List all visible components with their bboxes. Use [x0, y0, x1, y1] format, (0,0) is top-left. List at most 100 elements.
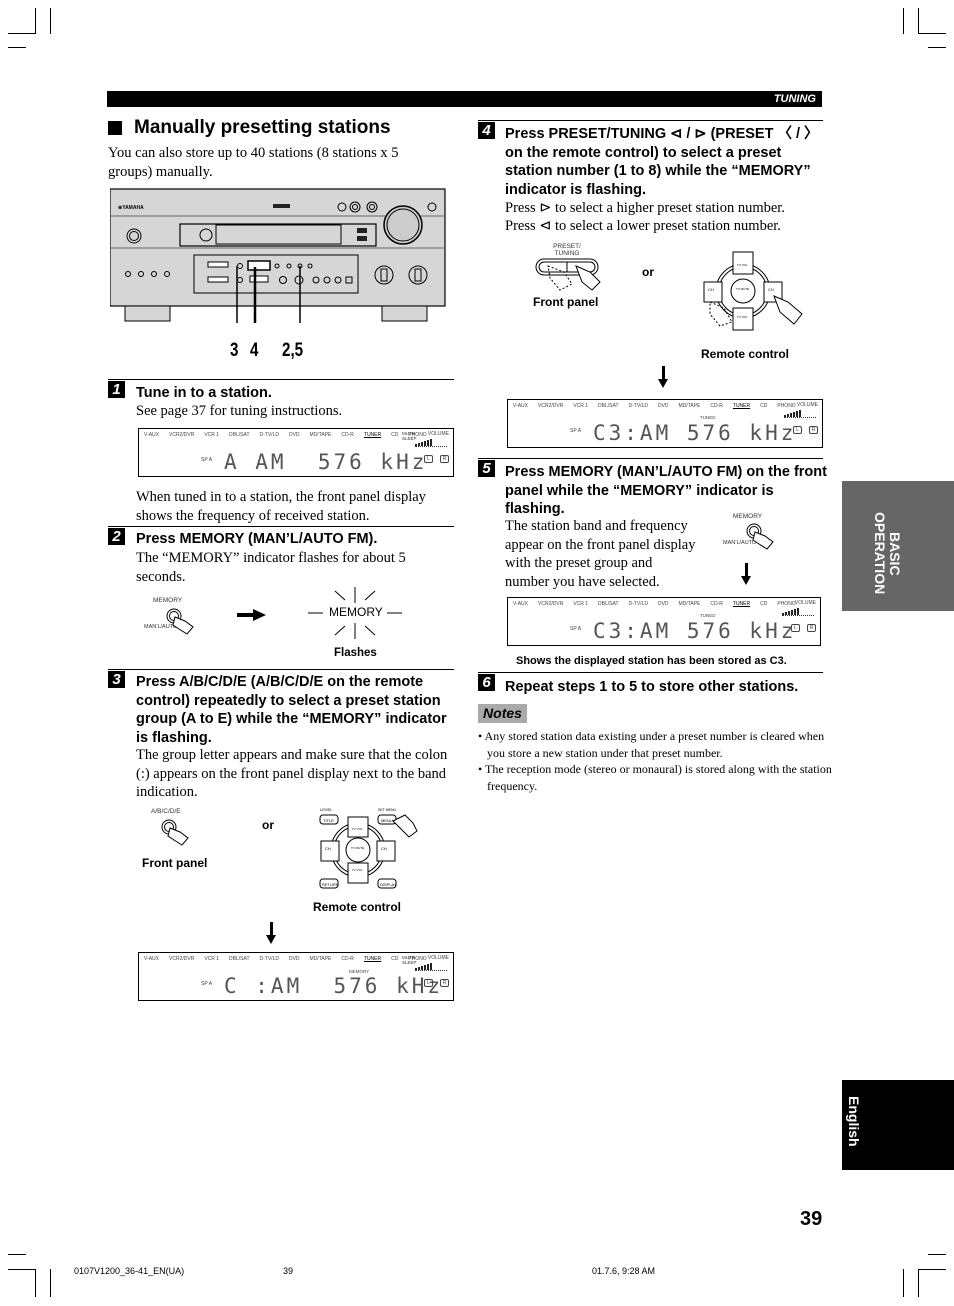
- volume-label: VOLUME: [427, 431, 449, 437]
- step-1-after: When tuned in to a station, the front pa…: [136, 489, 426, 524]
- volume-bar: [782, 613, 784, 615]
- step-3-heading: Press A/B/C/D/E (A/B/C/D/E on the remote…: [136, 674, 447, 746]
- display-source-v-aux: V-AUX: [144, 432, 160, 438]
- step-4-body-1: Press ⊳ to select a higher preset statio…: [505, 200, 785, 216]
- svg-text:RETURN: RETURN: [322, 882, 339, 887]
- display-source-cd: CD: [760, 601, 768, 607]
- volume-meter: [784, 409, 816, 418]
- front-display-step1: V-AUX VCR2/DVR VCR 1 DBL/SAT D-TV/LD DVD MD/TA…: [138, 428, 454, 477]
- display-source-dvd: DVD: [288, 956, 300, 962]
- volume-bar: [415, 444, 417, 446]
- step-1-heading: Tune in to a station.: [136, 385, 272, 401]
- stored-caption: Shows the displayed station has been sto…: [516, 655, 787, 667]
- crop-mark: [928, 1254, 946, 1255]
- display-readout: C3:AM 576 kHz: [593, 421, 797, 445]
- hand-press-icon: [535, 258, 601, 291]
- crop-mark: [35, 1269, 36, 1297]
- volume-label: VOLUME: [796, 402, 818, 408]
- hand-press-icon: [166, 608, 194, 635]
- abcde-button[interactable]: [160, 818, 192, 851]
- svg-text:TITLE: TITLE: [323, 818, 334, 823]
- speaker-a-label: SP A: [570, 626, 582, 632]
- right-channel-indicator: R: [440, 979, 449, 987]
- display-source-tuner: TUNER: [363, 956, 382, 962]
- volume-bar: [785, 612, 787, 615]
- step-2-badge: 2: [108, 528, 125, 545]
- memory-button[interactable]: [165, 607, 197, 640]
- crop-mark: [918, 33, 946, 34]
- step-3-badge: 3: [108, 671, 125, 688]
- note-item: • The reception mode (stereo or monaural…: [478, 762, 832, 793]
- step-3-rule: [108, 669, 454, 670]
- volume-bar: [421, 966, 423, 970]
- crop-mark: [50, 8, 51, 34]
- step-6-heading: Repeat steps 1 to 5 to store other stati…: [505, 679, 799, 695]
- footer-timestamp: 01.7.6, 9:28 AM: [592, 1266, 656, 1276]
- volume-meter: [415, 438, 447, 447]
- display-source-cd: CD: [391, 432, 399, 438]
- left-channel-indicator: L: [793, 426, 802, 434]
- preset-tuning-button[interactable]: [534, 256, 609, 299]
- step-1-rule: [108, 379, 454, 380]
- page-title: Manually presetting stations: [108, 117, 391, 139]
- display-source-md-tape: MD/TAPE: [678, 601, 701, 607]
- display-readout: C :AM 576 kHz: [224, 974, 444, 998]
- remote-control-caption: Remote control: [701, 347, 790, 361]
- display-source-tuner: TUNER: [732, 403, 751, 409]
- crop-mark: [8, 47, 26, 48]
- memory-button[interactable]: [745, 522, 777, 555]
- section-header-bar: TUNING: [107, 91, 822, 107]
- display-source-dbl-sat: DBL/SAT: [598, 601, 619, 607]
- speaker-a-label: SP A: [201, 981, 213, 987]
- volume-bar: [796, 411, 798, 417]
- step-4-badge: 4: [478, 122, 495, 139]
- front-display-step3: V-AUX VCR2/DVR VCR 1 DBL/SAT D-TV/LD DVD MD/TA…: [138, 952, 454, 1001]
- svg-text:CH: CH: [325, 846, 331, 851]
- right-channel-indicator: R: [440, 455, 449, 463]
- volume-bar: [784, 415, 786, 417]
- english-tab[interactable]: English: [842, 1080, 954, 1170]
- volume-bar: [415, 968, 417, 970]
- page-number: 39: [800, 1208, 823, 1230]
- english-label: English: [846, 1096, 862, 1147]
- display-source-v-aux: V-AUX: [144, 956, 160, 962]
- notes-heading: Notes: [478, 704, 527, 723]
- volume-bar: [424, 441, 426, 446]
- receiver-front-panel-icon: ⊛YAMAHA: [109, 188, 446, 323]
- basic-operation-tab[interactable]: BASIC OPERATION: [842, 481, 954, 611]
- crop-mark: [928, 47, 946, 48]
- volume-label: VOLUME: [427, 955, 449, 961]
- step-5-badge: 5: [478, 460, 495, 477]
- remote-control-illustration: CH CH TV MUTE TV VOL TV VOL: [696, 246, 811, 338]
- tuned-label: TUNED: [700, 415, 716, 420]
- down-arrow-icon: [658, 366, 668, 388]
- volume-bar: [793, 412, 795, 417]
- display-source-dvd: DVD: [657, 403, 669, 409]
- volume-bar: [797, 608, 799, 615]
- svg-text:TV VOL: TV VOL: [352, 868, 363, 872]
- crop-mark: [35, 8, 36, 34]
- memory-button-label: MEMORY: [733, 513, 763, 520]
- crop-mark: [918, 8, 919, 34]
- volume-bar: [418, 443, 420, 446]
- memory-flash-indicator: MEMORY: [305, 585, 405, 641]
- display-source-dbl-sat: DBL/SAT: [598, 403, 619, 409]
- display-source-v-aux: V-AUX: [513, 601, 529, 607]
- display-source-d-tv-ld: D-TV/LD: [628, 601, 648, 607]
- flashes-caption: Flashes: [334, 647, 377, 659]
- preset-tuning-label: PRESET/ TUNING: [553, 243, 581, 257]
- display-sources: V-AUX VCR2/DVR VCR 1 DBL/SAT D-TV/LD DVD MD/TA…: [513, 403, 796, 409]
- or-label: or: [262, 818, 274, 832]
- speaker-a-label: SP A: [570, 428, 582, 434]
- display-source-cd: CD: [391, 956, 399, 962]
- crop-mark: [8, 1254, 26, 1255]
- remote-control-illustration: TITLE MENU RETURN DISPLAY CH CH TV MUTE …: [315, 805, 425, 897]
- remote-control-caption: Remote control: [313, 900, 402, 914]
- speaker-a-label: SP A: [201, 457, 213, 463]
- mute-sleep-label: MUTE SLEEP: [402, 955, 417, 965]
- right-arrow-icon: [237, 608, 267, 626]
- svg-text:TV VOL: TV VOL: [737, 315, 748, 319]
- memory-button-label: MEMORY: [153, 597, 183, 604]
- section-label: TUNING: [773, 93, 816, 105]
- step-1-badge: 1: [108, 381, 125, 398]
